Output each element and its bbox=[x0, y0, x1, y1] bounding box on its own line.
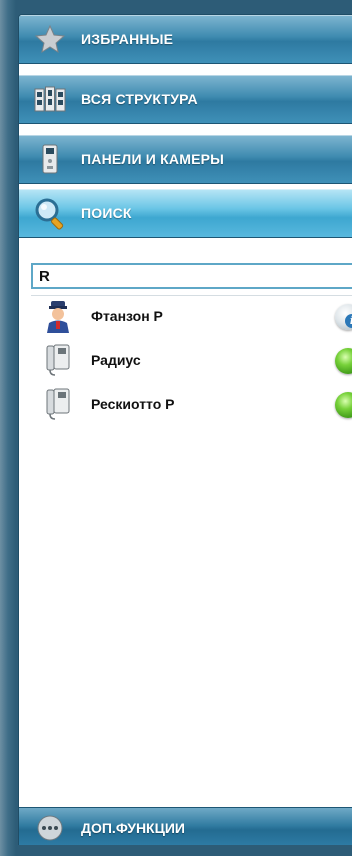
result-name: Рескиотто Р bbox=[91, 396, 175, 412]
search-results-list: Фтанзон Р i Радиус bbox=[31, 295, 352, 808]
list-item[interactable]: Радиус bbox=[31, 340, 352, 380]
menu-search-label: ПОИСК bbox=[81, 205, 132, 221]
navigation-panel: ИЗБРАННЫЕ ВСЯ СТРУКТУРА ПАНЕЛИ И КАМЕРЫ … bbox=[18, 14, 352, 845]
menu-panels-label: ПАНЕЛИ И КАМЕРЫ bbox=[81, 151, 225, 167]
result-name: Радиус bbox=[91, 352, 141, 368]
online-status-icon[interactable] bbox=[335, 348, 352, 374]
list-item[interactable]: Фтанзон Р i bbox=[31, 296, 352, 336]
list-item[interactable]: Рескиотто Р bbox=[31, 384, 352, 424]
building-icon bbox=[33, 82, 67, 116]
menu-favorites-label: ИЗБРАННЫЕ bbox=[81, 31, 174, 47]
menu-search-button[interactable]: ПОИСК bbox=[19, 189, 352, 238]
star-icon bbox=[33, 22, 67, 56]
guard-person-icon bbox=[43, 298, 73, 334]
search-input[interactable] bbox=[31, 263, 352, 289]
menu-structure-button[interactable]: ВСЯ СТРУКТУРА bbox=[19, 75, 352, 124]
intercom-handset-icon bbox=[43, 386, 73, 422]
result-name: Фтанзон Р bbox=[91, 308, 163, 324]
extra-functions-label: ДОП.ФУНКЦИИ bbox=[81, 820, 185, 836]
magnifier-icon bbox=[33, 196, 67, 230]
online-status-icon[interactable] bbox=[335, 392, 352, 418]
menu-panels-button[interactable]: ПАНЕЛИ И КАМЕРЫ bbox=[19, 135, 352, 184]
extra-functions-button[interactable]: ДОП.ФУНКЦИИ bbox=[19, 807, 352, 845]
menu-favorites-button[interactable]: ИЗБРАННЫЕ bbox=[19, 15, 352, 64]
more-functions-icon bbox=[37, 815, 63, 841]
info-status-icon[interactable]: i bbox=[335, 304, 352, 330]
door-panel-icon bbox=[33, 142, 67, 176]
intercom-handset-icon bbox=[43, 342, 73, 378]
menu-structure-label: ВСЯ СТРУКТУРА bbox=[81, 91, 198, 107]
